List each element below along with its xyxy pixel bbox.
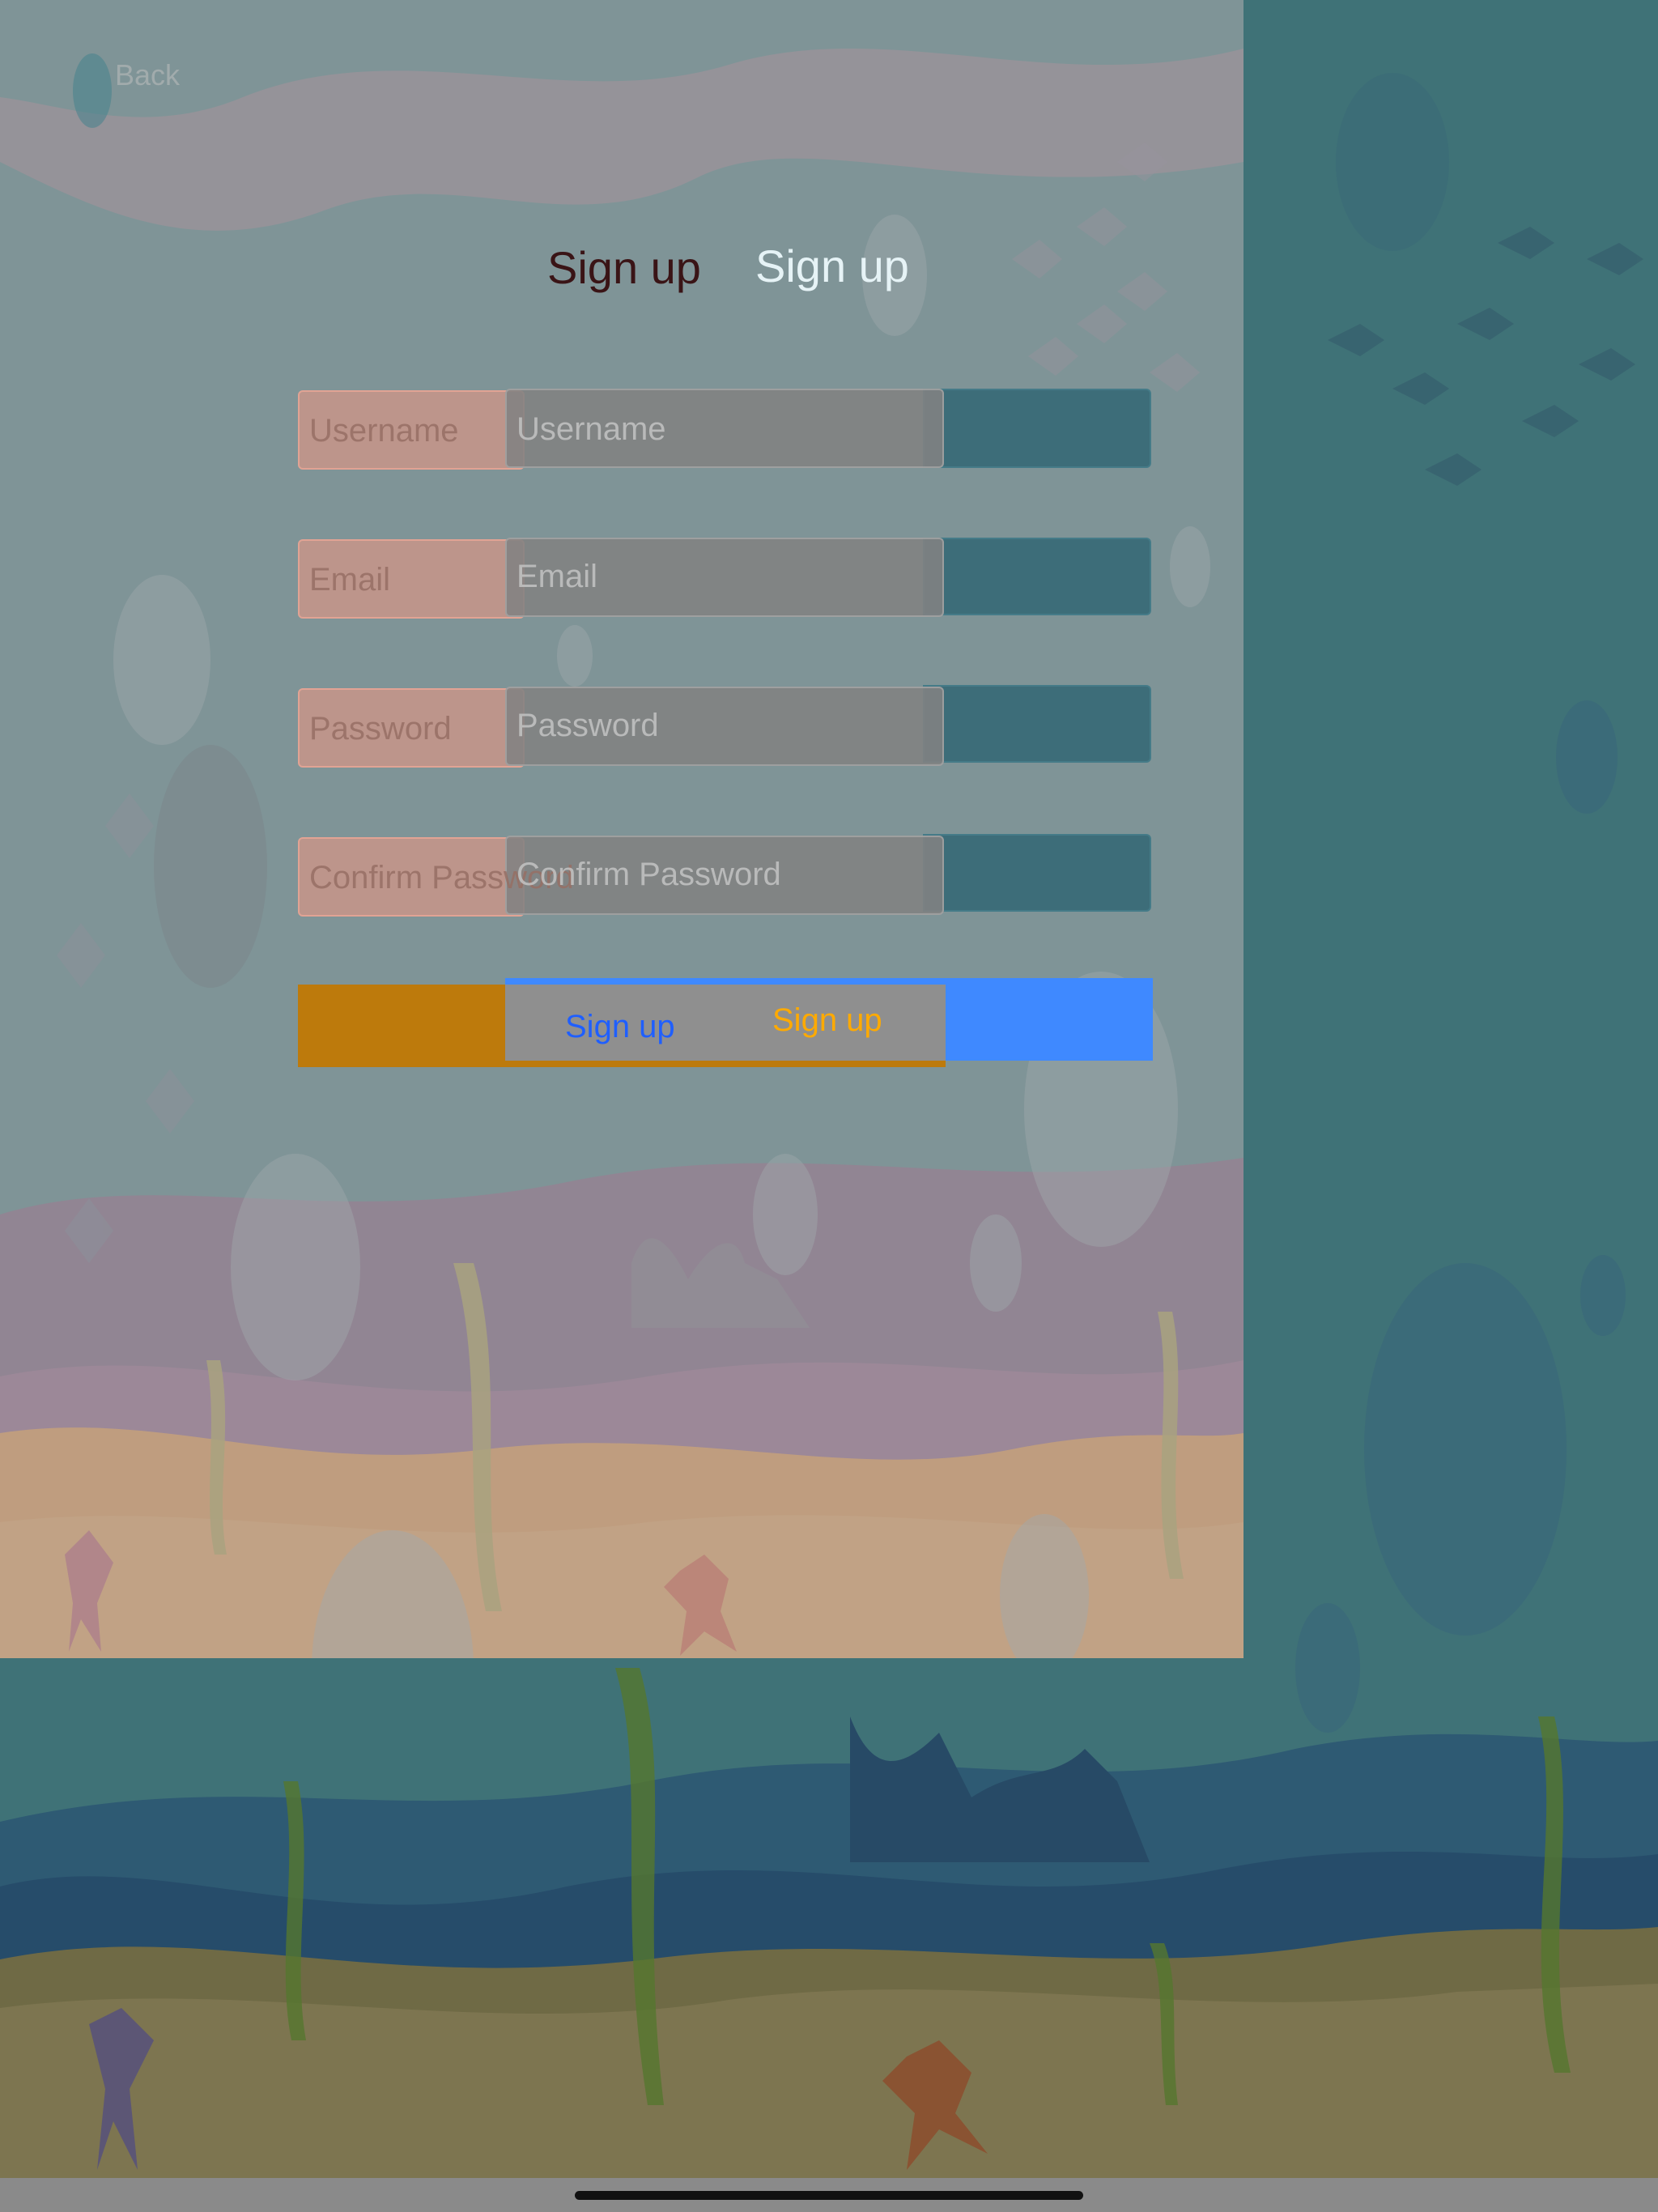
password-field-teal: [923, 685, 1151, 763]
page-title: Sign up: [547, 242, 701, 293]
username-label: Username: [309, 413, 459, 449]
username-placeholder: Username: [517, 411, 666, 447]
page-title-duplicate: Sign up: [755, 240, 909, 291]
username-field-teal: [923, 389, 1151, 468]
back-button[interactable]: Back: [115, 58, 180, 92]
signup-button-label-orange: Sign up: [772, 1002, 882, 1038]
password-label: Password: [309, 711, 452, 747]
confirm-password-placeholder: Confirm Password: [517, 857, 781, 892]
home-indicator[interactable]: [575, 2191, 1083, 2200]
email-field-teal: [923, 538, 1151, 615]
chevron-left-icon[interactable]: [65, 50, 113, 131]
confirm-password-field-teal: [923, 834, 1151, 912]
signup-button-label-blue: Sign up: [565, 1009, 675, 1044]
email-placeholder: Email: [517, 559, 598, 594]
email-label: Email: [309, 562, 391, 598]
password-placeholder: Password: [517, 708, 659, 743]
